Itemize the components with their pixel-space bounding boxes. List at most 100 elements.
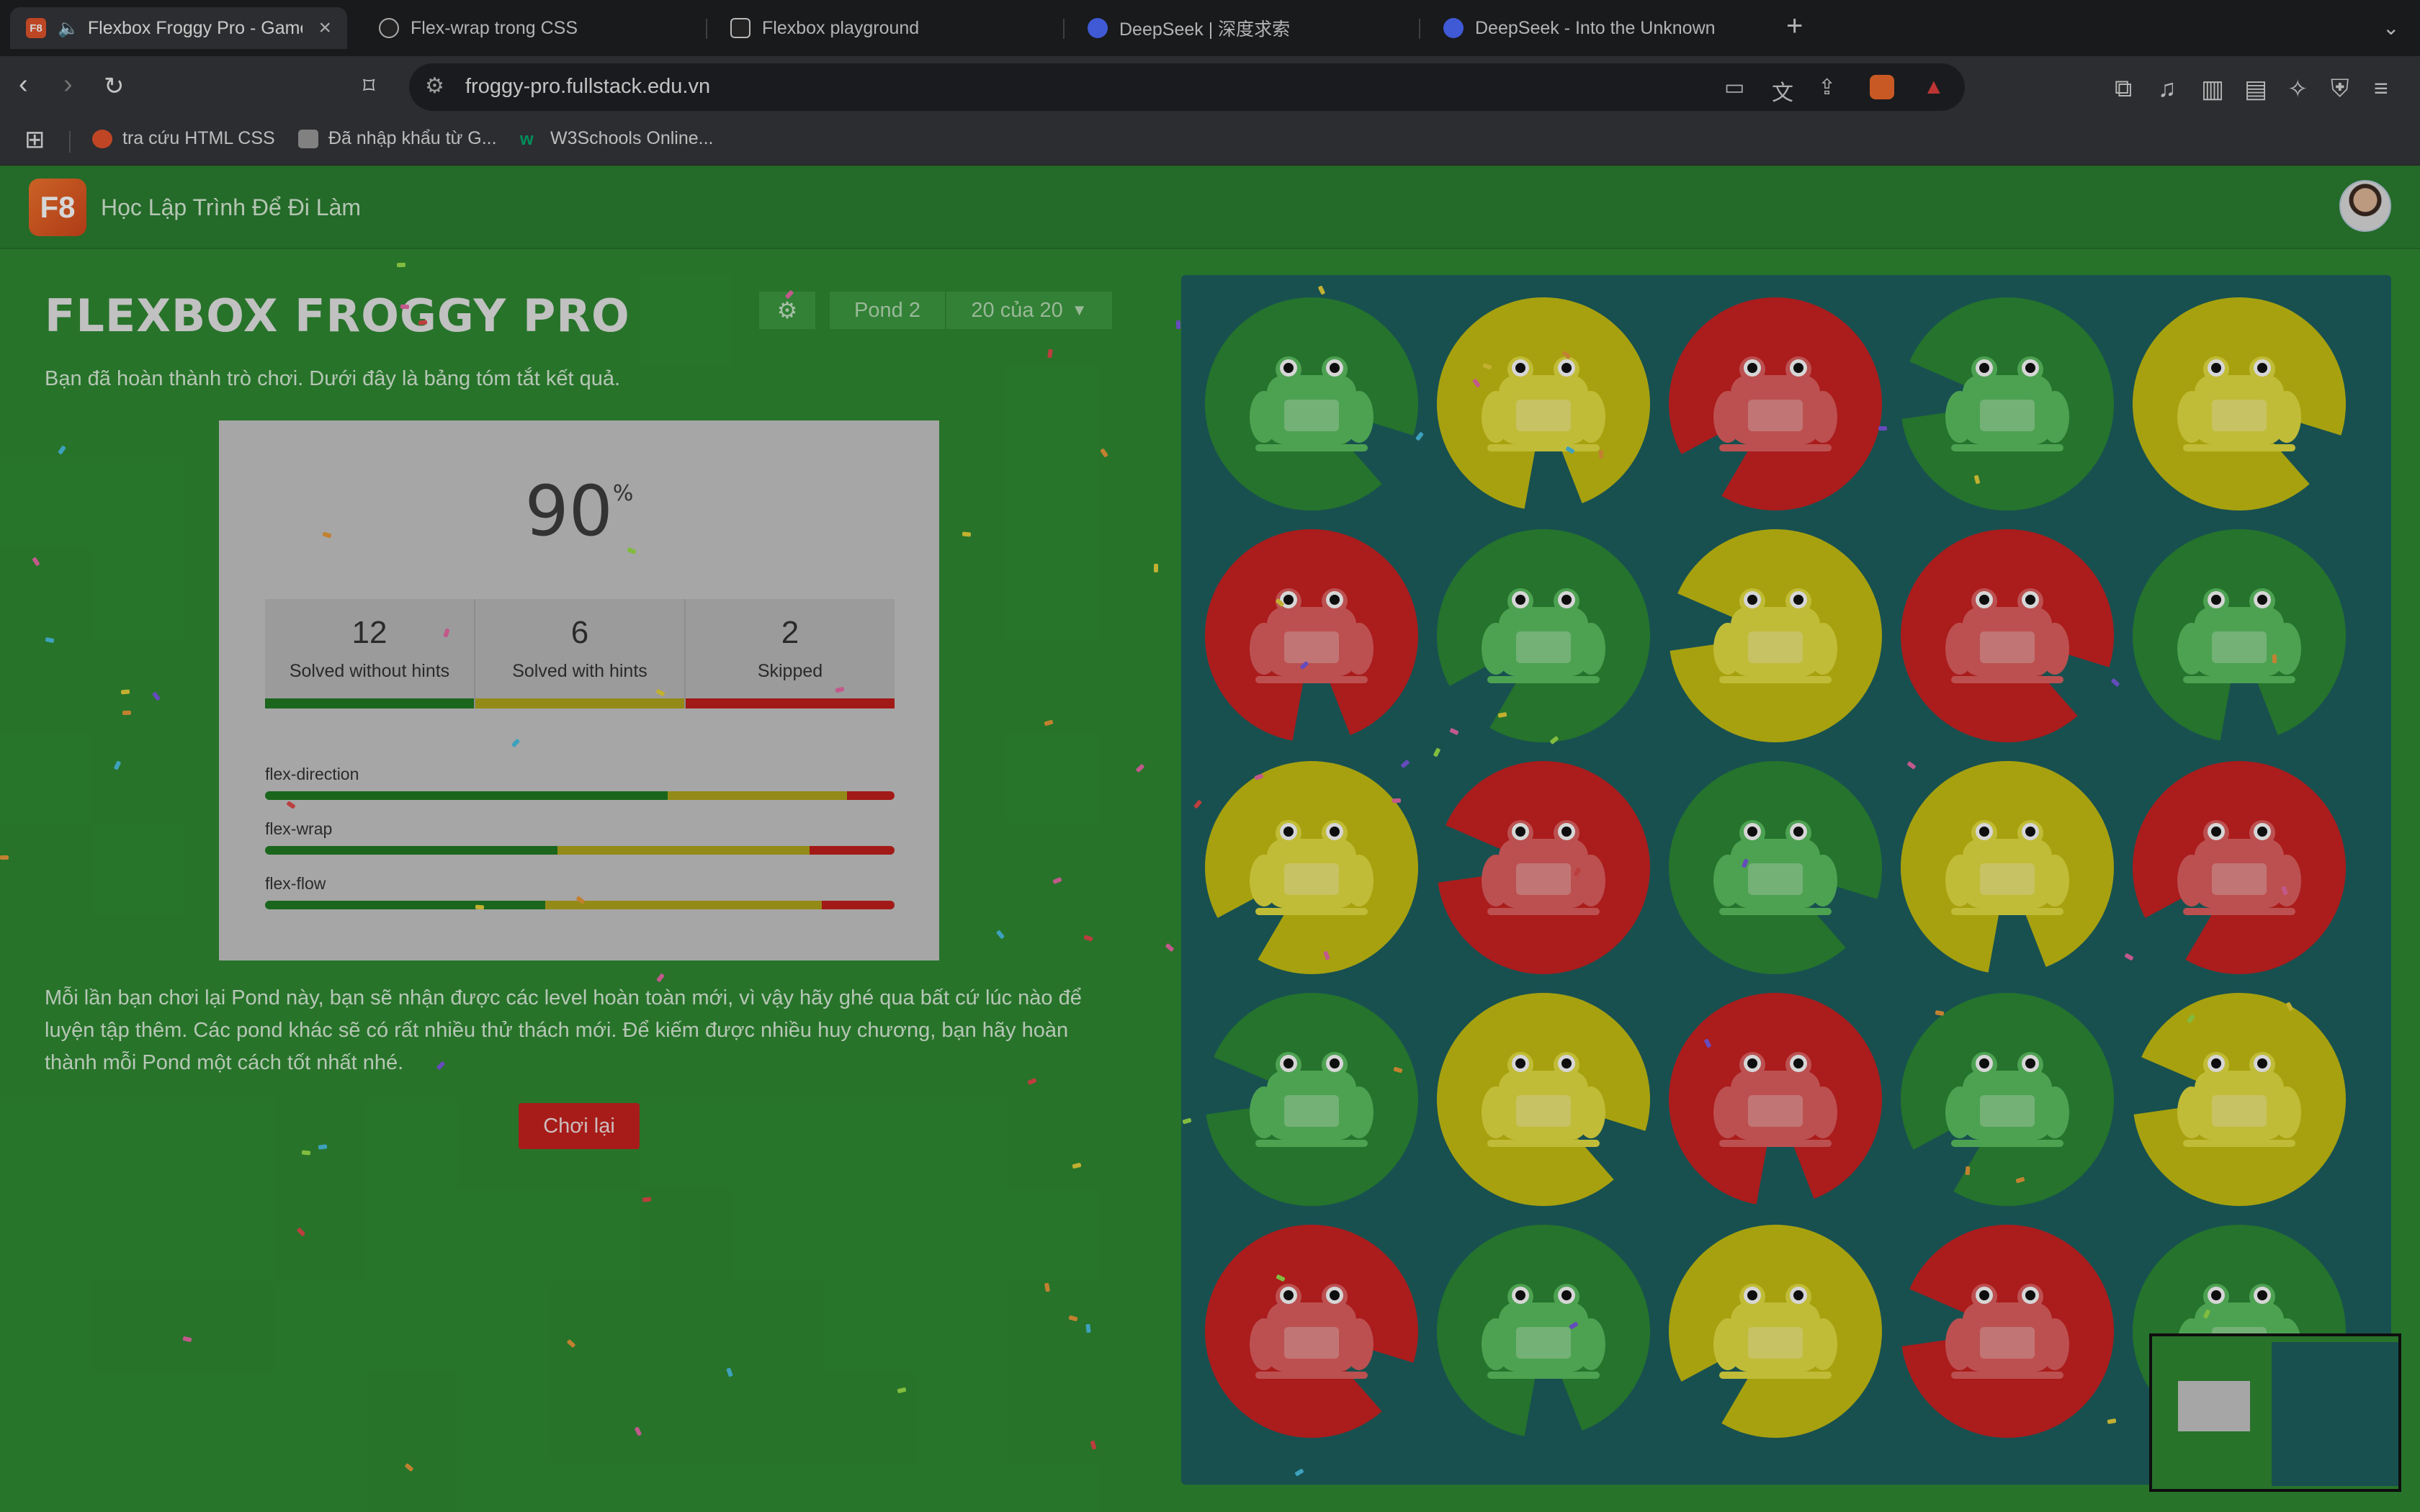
stat-value: 2 — [781, 615, 799, 650]
page-content: F8 Học Lập Trình Để Đi Làm FLEXBOX FROGG… — [0, 166, 2420, 1512]
frog-pupil — [1793, 1290, 1803, 1300]
frog-pupil — [1330, 595, 1340, 605]
translate-icon[interactable]: 文 — [1772, 75, 1793, 107]
page-preview-thumbnail[interactable] — [2149, 1333, 2401, 1492]
avatar[interactable] — [2339, 180, 2391, 232]
level-label: 20 của 20 — [971, 298, 1063, 322]
frog-pupil — [1330, 827, 1340, 837]
lilypad-red — [1669, 297, 1882, 510]
tab-flexbox-playground[interactable]: Flexbox playground — [714, 7, 1053, 49]
f8-logo[interactable]: F8 — [29, 179, 86, 236]
lilypad-yellow — [2133, 297, 2346, 511]
media-icon[interactable]: ♫ — [2158, 75, 2177, 103]
confetti-piece — [418, 320, 428, 325]
frog-belly — [2212, 631, 2267, 663]
confetti-piece — [1072, 1162, 1082, 1169]
tab-flex-wrap[interactable]: Flex-wrap trong CSS — [363, 7, 694, 49]
leo-ai-icon[interactable]: ✧ — [2287, 75, 2308, 104]
wallet-icon[interactable]: ▤ — [2244, 75, 2267, 104]
property-progress-bar — [265, 791, 895, 800]
confetti-piece — [1175, 320, 1181, 330]
confetti-piece — [897, 1387, 907, 1394]
percent-sign: % — [612, 481, 634, 506]
frog-leg — [1482, 391, 1510, 443]
address-bar[interactable]: ⚙ froggy-pro.fullstack.edu.vn ▭ 文 ⇪ ▲ — [409, 63, 1965, 111]
close-tab-icon[interactable]: × — [318, 16, 331, 40]
bookmark-divider — [69, 131, 71, 153]
vpn-icon[interactable]: ⛨ — [2331, 75, 2349, 103]
bookmark-label: Đã nhập khẩu từ G... — [328, 128, 497, 148]
lilypad-yellow — [1669, 1225, 1882, 1439]
tab-search-chevron-icon[interactable]: ⌄ — [2383, 16, 2399, 40]
tab-deepseek-unknown[interactable]: DeepSeek - Into the Unknown — [1428, 7, 1766, 49]
tab-strip: F8 🔈 Flexbox Froggy Pro - Game × Flex-wr… — [0, 0, 2420, 56]
pond-selector[interactable]: Pond 2 — [830, 292, 945, 329]
frog-leg — [1250, 623, 1278, 675]
frog-leg — [1713, 623, 1742, 675]
lilypad-green — [1437, 529, 1650, 742]
brave-shields-icon[interactable] — [1870, 75, 1894, 99]
confetti-piece — [396, 262, 406, 268]
frog-leg — [1482, 855, 1510, 906]
reload-icon[interactable]: ↻ — [104, 72, 125, 101]
frog-belly — [1980, 1095, 2035, 1127]
frog-feet — [1487, 908, 1600, 915]
openai-icon — [379, 18, 399, 38]
frog-pupil — [1747, 595, 1757, 605]
f8-favicon-icon: F8 — [26, 18, 46, 38]
frog-leg — [1577, 1318, 1605, 1370]
frog-feet — [1487, 1372, 1600, 1379]
back-icon[interactable]: ‹ — [19, 69, 28, 100]
frog-feet — [1255, 908, 1368, 915]
frog-leg — [1945, 623, 1974, 675]
cast-icon[interactable]: ▭ — [1724, 75, 1744, 100]
extensions-icon[interactable]: ⧉ — [2115, 75, 2132, 103]
bookmark-icon[interactable]: ⌑ — [363, 72, 375, 99]
codepen-icon — [730, 18, 750, 38]
frog-belly — [2212, 400, 2267, 431]
frog-leg — [1945, 1086, 1974, 1138]
audio-icon[interactable]: 🔈 — [58, 18, 79, 39]
frog-belly — [1748, 631, 1803, 663]
bookmark-tra-cuu[interactable]: tra cứu HTML CSS — [92, 128, 275, 149]
bookmark-w3schools[interactable]: w W3Schools Online... — [520, 128, 714, 149]
frog-pupil — [2025, 363, 2035, 373]
frog-leg — [1809, 391, 1837, 443]
frog-leg — [1250, 855, 1278, 906]
replay-button[interactable]: Chơi lại — [519, 1103, 640, 1149]
share-icon[interactable]: ⇪ — [1818, 75, 1836, 100]
site-settings-icon[interactable]: ⚙ — [425, 73, 444, 99]
tab-divider — [1063, 19, 1065, 39]
frog-pupil — [2025, 595, 2035, 605]
tab-flexbox-froggy[interactable]: F8 🔈 Flexbox Froggy Pro - Game × — [10, 7, 347, 49]
frog-pupil — [2257, 595, 2267, 605]
frog-feet — [1719, 1372, 1832, 1379]
frog-pupil — [1561, 363, 1572, 373]
lilypad-yellow — [1437, 993, 1650, 1206]
frog-belly — [1748, 1327, 1803, 1359]
stat-color-bar — [475, 698, 684, 708]
frog-feet — [2183, 676, 2295, 683]
lilypad-yellow — [1670, 529, 1882, 742]
chevron-down-icon: ▼ — [1071, 301, 1088, 319]
property-flex-direction: flex-direction — [265, 765, 895, 800]
menu-icon[interactable]: ≡ — [2374, 75, 2388, 103]
property-progress-bar — [265, 846, 895, 855]
sidebar-icon[interactable]: ▥ — [2201, 75, 2224, 104]
frog-pupil — [1561, 1058, 1572, 1068]
url-text[interactable]: froggy-pro.fullstack.edu.vn — [465, 75, 710, 99]
frog-feet — [1719, 676, 1832, 683]
tab-deepseek-cn[interactable]: DeepSeek | 深度求索 — [1072, 7, 1410, 49]
replay-info-text: Mỗi lần bạn chơi lại Pond này, bạn sẽ nh… — [45, 986, 1082, 1074]
frog-pupil — [2257, 827, 2267, 837]
forward-icon[interactable]: › — [63, 69, 73, 100]
apps-grid-icon[interactable]: ⊞ — [24, 125, 45, 154]
frog-leg — [2040, 623, 2069, 675]
brave-rewards-icon[interactable]: ▲ — [1923, 75, 1945, 99]
level-selector[interactable]: 20 của 20 ▼ — [946, 292, 1112, 329]
gear-icon: ⚙ — [776, 297, 798, 323]
new-tab-button[interactable]: + — [1786, 10, 1803, 42]
tab-title: DeepSeek | 深度求索 — [1119, 19, 1291, 40]
bookmark-imported-folder[interactable]: Đã nhập khẩu từ G... — [298, 128, 497, 149]
frog-pupil — [1330, 1058, 1340, 1068]
